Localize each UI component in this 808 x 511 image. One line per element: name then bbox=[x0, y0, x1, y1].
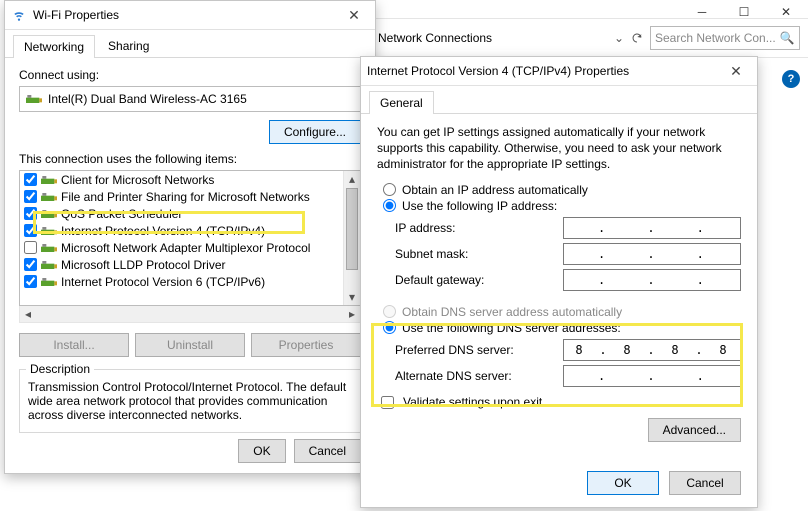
radio-static-dns[interactable] bbox=[383, 321, 396, 334]
subnet-mask-input[interactable]: ... bbox=[563, 243, 741, 265]
protocol-checkbox[interactable] bbox=[24, 224, 37, 237]
breadcrumb-bar: › Network Connections ⌄ Search Network C… bbox=[360, 18, 808, 58]
ip-address-input[interactable]: ... bbox=[563, 217, 741, 239]
scroll-down-icon[interactable]: ▾ bbox=[344, 289, 360, 305]
install-button[interactable]: Install... bbox=[19, 333, 129, 357]
vertical-scrollbar[interactable]: ▴ ▾ bbox=[343, 171, 360, 305]
protocol-label: Internet Protocol Version 6 (TCP/IPv6) bbox=[61, 275, 265, 289]
alternate-dns-input[interactable]: ... bbox=[563, 365, 741, 387]
scroll-left-icon[interactable]: ◂ bbox=[20, 306, 36, 322]
adapter-box[interactable]: Intel(R) Dual Band Wireless-AC 3165 bbox=[19, 86, 361, 112]
preferred-dns-label: Preferred DNS server: bbox=[395, 343, 563, 357]
close-icon[interactable]: ✕ bbox=[721, 63, 751, 80]
protocol-label: Microsoft Network Adapter Multiplexor Pr… bbox=[61, 241, 310, 255]
protocol-icon bbox=[41, 259, 57, 271]
search-icon: 🔍 bbox=[780, 31, 795, 45]
list-item[interactable]: QoS Packet Scheduler bbox=[20, 205, 343, 222]
wifi-properties-window: Wi-Fi Properties ✕ Networking Sharing Co… bbox=[4, 0, 376, 474]
breadcrumb-text[interactable]: Network Connections bbox=[378, 31, 492, 45]
protocol-checkbox[interactable] bbox=[24, 173, 37, 186]
wifi-icon bbox=[11, 7, 27, 23]
search-input[interactable]: Search Network Con... 🔍 bbox=[650, 26, 800, 50]
protocol-checkbox[interactable] bbox=[24, 207, 37, 220]
radio-auto-dns bbox=[383, 305, 396, 318]
advanced-button[interactable]: Advanced... bbox=[648, 418, 741, 442]
list-item[interactable]: Internet Protocol Version 6 (TCP/IPv6) bbox=[20, 273, 343, 290]
ip-address-label: IP address: bbox=[395, 221, 563, 235]
alternate-dns-label: Alternate DNS server: bbox=[395, 369, 563, 383]
protocol-checkbox[interactable] bbox=[24, 241, 37, 254]
search-placeholder: Search Network Con... bbox=[655, 31, 776, 45]
titlebar[interactable]: Internet Protocol Version 4 (TCP/IPv4) P… bbox=[361, 57, 757, 86]
protocol-icon bbox=[41, 174, 57, 186]
protocol-label: Client for Microsoft Networks bbox=[61, 173, 214, 187]
refresh-icon[interactable] bbox=[630, 31, 644, 45]
radio-static-ip[interactable] bbox=[383, 199, 396, 212]
protocol-checkbox[interactable] bbox=[24, 190, 37, 203]
protocol-checkbox[interactable] bbox=[24, 275, 37, 288]
list-item[interactable]: Internet Protocol Version 4 (TCP/IPv4) bbox=[20, 222, 343, 239]
items-label: This connection uses the following items… bbox=[19, 152, 361, 166]
radio-static-ip-label: Use the following IP address: bbox=[402, 199, 557, 213]
window-title: Wi-Fi Properties bbox=[33, 8, 339, 22]
protocol-checkbox[interactable] bbox=[24, 258, 37, 271]
dropdown-arrow-icon[interactable]: ⌄ bbox=[614, 31, 624, 45]
configure-button[interactable]: Configure... bbox=[269, 120, 361, 144]
description-text: Transmission Control Protocol/Internet P… bbox=[28, 380, 352, 422]
protocol-icon bbox=[41, 242, 57, 254]
list-item[interactable]: File and Printer Sharing for Microsoft N… bbox=[20, 188, 343, 205]
help-icon[interactable]: ? bbox=[782, 70, 800, 88]
protocol-icon bbox=[41, 225, 57, 237]
ok-button[interactable]: OK bbox=[587, 471, 659, 495]
list-item[interactable]: Microsoft LLDP Protocol Driver bbox=[20, 256, 343, 273]
connect-using-label: Connect using: bbox=[19, 68, 361, 82]
protocol-listbox[interactable]: Client for Microsoft Networks File and Pr… bbox=[19, 170, 361, 306]
protocol-label: Internet Protocol Version 4 (TCP/IPv4) bbox=[61, 224, 265, 238]
subnet-mask-label: Subnet mask: bbox=[395, 247, 563, 261]
radio-auto-dns-label: Obtain DNS server address automatically bbox=[402, 305, 622, 319]
cancel-button[interactable]: Cancel bbox=[669, 471, 741, 495]
validate-label: Validate settings upon exit bbox=[403, 395, 542, 409]
protocol-icon bbox=[41, 276, 57, 288]
horizontal-scrollbar[interactable]: ◂ ▸ bbox=[19, 306, 361, 323]
adapter-icon bbox=[26, 93, 42, 105]
tab-general[interactable]: General bbox=[369, 91, 434, 114]
scroll-thumb[interactable] bbox=[346, 188, 358, 270]
cancel-button[interactable]: Cancel bbox=[294, 439, 361, 463]
close-icon[interactable]: ✕ bbox=[339, 7, 369, 24]
protocol-icon bbox=[41, 191, 57, 203]
intro-text: You can get IP settings assigned automat… bbox=[377, 124, 741, 173]
ipv4-properties-window: Internet Protocol Version 4 (TCP/IPv4) P… bbox=[360, 56, 758, 508]
gateway-input[interactable]: ... bbox=[563, 269, 741, 291]
description-legend: Description bbox=[26, 362, 94, 376]
properties-button[interactable]: Properties bbox=[251, 333, 361, 357]
radio-auto-ip[interactable] bbox=[383, 183, 396, 196]
radio-auto-ip-label: Obtain an IP address automatically bbox=[402, 183, 588, 197]
list-item[interactable]: Microsoft Network Adapter Multiplexor Pr… bbox=[20, 239, 343, 256]
tab-networking[interactable]: Networking bbox=[13, 35, 95, 58]
window-title: Internet Protocol Version 4 (TCP/IPv4) P… bbox=[367, 64, 721, 78]
list-item[interactable]: Client for Microsoft Networks bbox=[20, 171, 343, 188]
protocol-icon bbox=[41, 208, 57, 220]
protocol-label: Microsoft LLDP Protocol Driver bbox=[61, 258, 226, 272]
gateway-label: Default gateway: bbox=[395, 273, 563, 287]
preferred-dns-input[interactable]: 8.8.8.8 bbox=[563, 339, 741, 361]
validate-checkbox[interactable] bbox=[381, 396, 394, 409]
tab-sharing[interactable]: Sharing bbox=[97, 34, 160, 57]
scroll-right-icon[interactable]: ▸ bbox=[344, 306, 360, 322]
description-group: Description Transmission Control Protoco… bbox=[19, 369, 361, 433]
ok-button[interactable]: OK bbox=[238, 439, 285, 463]
radio-static-dns-label: Use the following DNS server addresses: bbox=[402, 321, 621, 335]
uninstall-button[interactable]: Uninstall bbox=[135, 333, 245, 357]
protocol-label: File and Printer Sharing for Microsoft N… bbox=[61, 190, 310, 204]
protocol-label: QoS Packet Scheduler bbox=[61, 207, 182, 221]
adapter-name: Intel(R) Dual Band Wireless-AC 3165 bbox=[48, 92, 247, 106]
titlebar[interactable]: Wi-Fi Properties ✕ bbox=[5, 1, 375, 30]
scroll-up-icon[interactable]: ▴ bbox=[344, 171, 360, 187]
